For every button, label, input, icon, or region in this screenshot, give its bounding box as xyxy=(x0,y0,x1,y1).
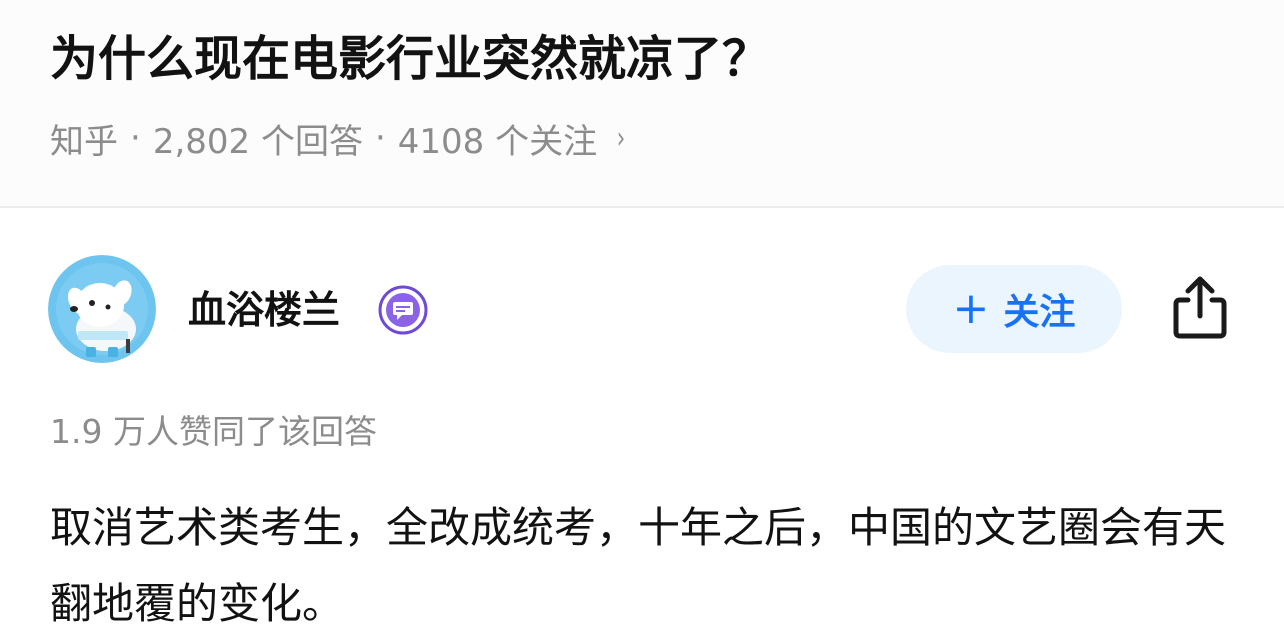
upvote-count: 1.9 万人赞同了该回答 xyxy=(50,412,377,451)
dog-astronaut-avatar-icon xyxy=(48,255,156,363)
question-title[interactable]: 为什么现在电影行业突然就凉了？ xyxy=(50,24,770,94)
share-icon[interactable] xyxy=(1168,274,1232,342)
answer-content[interactable]: 取消艺术类考生，全改成统考，十年之后，中国的文艺圈会有天翻地覆的变化。 xyxy=(50,490,1240,642)
follow-label: 关注 xyxy=(1003,292,1076,333)
follow-button[interactable]: + 关注 xyxy=(906,265,1122,353)
plus-icon: + xyxy=(952,283,990,334)
meta-separator: · xyxy=(374,118,386,158)
question-meta[interactable]: 知乎 · 2,802 个回答 · 4108 个关注 › xyxy=(50,110,627,166)
message-badge-icon xyxy=(378,285,428,335)
followers-count: 4108 个关注 xyxy=(397,121,598,162)
source-label: 知乎 xyxy=(50,121,118,162)
meta-separator: · xyxy=(130,118,141,158)
section-divider xyxy=(0,206,1284,208)
author-name[interactable]: 血浴楼兰 xyxy=(188,280,340,340)
question-header: 为什么现在电影行业突然就凉了？ 知乎 · 2,802 个回答 · 4108 个关… xyxy=(0,0,1284,206)
chevron-right-icon[interactable]: › xyxy=(617,121,625,156)
avatar[interactable] xyxy=(48,255,156,363)
answers-count: 2,802 个回答 xyxy=(152,121,363,162)
